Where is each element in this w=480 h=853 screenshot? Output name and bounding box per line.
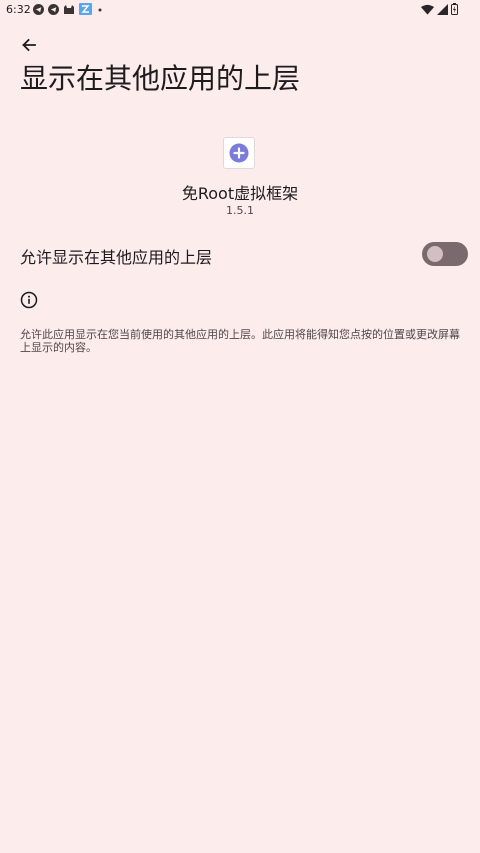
permission-toggle-row[interactable]: 允许显示在其他应用的上层	[0, 236, 480, 274]
page-title: 显示在其他应用的上层	[20, 62, 301, 95]
wifi-icon	[421, 4, 434, 15]
info-icon	[20, 291, 38, 309]
info-description: 允许此应用显示在您当前使用的其他应用的上层。此应用将能得知您点按的位置或更改屏幕…	[20, 328, 460, 354]
app-name: 免Root虚拟框架	[181, 184, 299, 203]
app-icon	[223, 137, 255, 169]
permission-toggle-label: 允许显示在其他应用的上层	[20, 248, 213, 267]
status-time: 6:32	[6, 3, 31, 16]
signal-icon	[437, 3, 448, 15]
toggle-thumb	[427, 246, 443, 262]
dot-icon	[98, 8, 102, 11]
telegram-icon	[48, 3, 59, 15]
battery-icon	[451, 3, 458, 15]
arrow-back-icon	[22, 38, 36, 52]
notification-icons	[33, 3, 104, 15]
back-button[interactable]	[18, 34, 40, 56]
telegram-icon	[33, 3, 44, 15]
permission-toggle-switch[interactable]	[422, 242, 468, 266]
app-version: 1.5.1	[226, 204, 254, 217]
system-icons	[421, 3, 458, 15]
plus-circle-icon	[229, 143, 249, 163]
app-icon	[79, 3, 92, 15]
status-bar: 6:32	[0, 0, 480, 20]
cat-icon	[64, 4, 74, 14]
